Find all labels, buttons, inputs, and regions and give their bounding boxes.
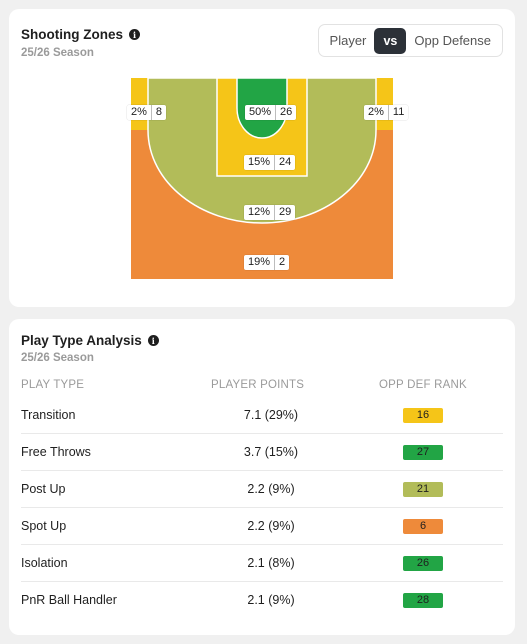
- zone-pct: 2%: [127, 105, 152, 120]
- rank-badge: 26: [403, 556, 443, 571]
- play-type-cell: Post Up: [21, 482, 66, 496]
- player-points-cell: 2.1 (9%): [247, 593, 295, 607]
- zone-pct: 50%: [245, 105, 277, 120]
- zone-pct: 15%: [244, 155, 276, 170]
- player-points-cell: 7.1 (29%): [243, 408, 299, 422]
- player-points-cell: 2.1 (8%): [247, 556, 295, 570]
- table-row[interactable]: Free Throws 3.7 (15%) 27: [21, 434, 503, 471]
- rank-badge: 6: [403, 519, 443, 534]
- rank-badge: 21: [403, 482, 443, 497]
- opp-defense-toggle-option[interactable]: Opp Defense: [406, 33, 499, 48]
- table-row[interactable]: Transition 7.1 (29%) 16: [21, 397, 503, 434]
- zone-right-corner[interactable]: [376, 78, 393, 130]
- rank-badge: 28: [403, 593, 443, 608]
- rank-badge: 16: [403, 408, 443, 423]
- zone-value: 26: [280, 106, 293, 118]
- shooting-zone-court: 2% 8 50% 26 2% 11 15% 24 12% 29 19% 2: [127, 78, 409, 279]
- player-vs-defense-toggle: Player vs Opp Defense: [317, 24, 503, 57]
- zone-pct: 12%: [244, 205, 276, 220]
- header-player-points: PLAYER POINTS: [211, 379, 305, 391]
- table-row[interactable]: PnR Ball Handler 2.1 (9%) 28: [21, 582, 503, 619]
- header-opp-def-rank: OPP DEF RANK: [379, 379, 467, 391]
- table-row[interactable]: Spot Up 2.2 (9%) 6: [21, 508, 503, 545]
- play-type-cell: Isolation: [21, 556, 68, 570]
- shooting-zones-title: Shooting Zones i: [21, 27, 140, 42]
- zone-value: 24: [279, 156, 292, 168]
- zone-pct: 2%: [364, 105, 389, 120]
- table-row[interactable]: Post Up 2.2 (9%) 21: [21, 471, 503, 508]
- shooting-zones-title-text: Shooting Zones: [21, 27, 123, 42]
- zone-value: 2: [279, 256, 286, 268]
- zone-value: 8: [155, 106, 163, 118]
- vs-toggle-switch[interactable]: vs: [374, 27, 407, 54]
- zone-left-corner[interactable]: [131, 78, 148, 130]
- play-type-title: Play Type Analysis i: [21, 333, 159, 348]
- play-type-cell: PnR Ball Handler: [21, 593, 117, 607]
- table-row[interactable]: Isolation 2.1 (8%) 26: [21, 545, 503, 582]
- zone-value: 29: [279, 206, 292, 218]
- info-icon[interactable]: i: [129, 29, 140, 40]
- zone-label-left-corner: 2% 8: [127, 105, 167, 120]
- play-type-card: Play Type Analysis i 25/26 Season PLAY T…: [9, 319, 515, 635]
- info-icon[interactable]: i: [147, 335, 159, 346]
- zone-label-midrange: 12% 29: [244, 205, 296, 220]
- shooting-zones-card: Shooting Zones i 25/26 Season Player vs …: [9, 9, 515, 307]
- zone-label-restricted-area: 50% 26: [245, 105, 297, 120]
- player-points-cell: 2.2 (9%): [247, 519, 295, 533]
- player-toggle-option[interactable]: Player: [322, 33, 375, 48]
- player-points-cell: 3.7 (15%): [243, 445, 299, 459]
- zone-label-above-break-three: 19% 2: [244, 255, 290, 270]
- shooting-zones-season: 25/26 Season: [21, 47, 94, 59]
- rank-badge: 27: [403, 445, 443, 460]
- play-type-season: 25/26 Season: [21, 352, 94, 364]
- play-type-cell: Transition: [21, 408, 76, 422]
- play-type-title-text: Play Type Analysis: [21, 333, 142, 348]
- zone-label-right-corner: 2% 11: [364, 105, 409, 120]
- zone-pct: 19%: [244, 255, 276, 270]
- play-type-cell: Spot Up: [21, 519, 67, 533]
- zone-value: 11: [392, 106, 405, 118]
- player-points-cell: 2.2 (9%): [247, 482, 295, 496]
- play-type-cell: Free Throws: [21, 445, 91, 459]
- header-play-type: PLAY TYPE: [21, 379, 85, 391]
- zone-label-paint: 15% 24: [244, 155, 296, 170]
